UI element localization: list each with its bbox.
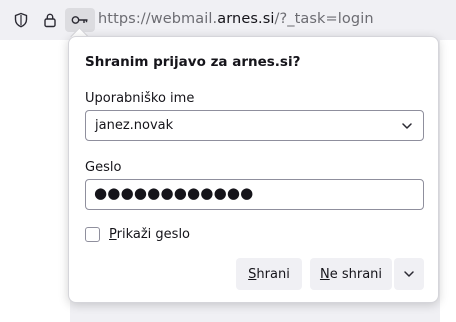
save-login-panel: Shranim prijavo za arnes.si? Uporabniško… [68,36,439,303]
password-field[interactable]: ●●●●●●●●●●●● [85,179,424,210]
url-text[interactable]: https://webmail.arnes.si/?_task=login [98,11,374,27]
url-prefix: https://webmail. [98,11,218,27]
username-value: janez.novak [95,118,174,133]
show-password-label[interactable]: Prikaži geslo [109,227,190,242]
shield-icon[interactable] [9,8,33,32]
save-button-rest: hrani [256,266,290,282]
url-domain: arnes.si [217,11,275,27]
lock-icon[interactable] [38,8,62,32]
show-password-accel: P [109,227,117,242]
show-password-rest: rikaži geslo [116,227,191,242]
save-button-accel: S [248,266,257,282]
page-background-left [0,40,70,322]
password-value: ●●●●●●●●●●●● [94,184,254,202]
password-label: Geslo [85,160,122,175]
save-button[interactable]: Shrani [236,258,302,290]
panel-heading: Shranim prijavo za arnes.si? [85,54,301,70]
url-bar: https://webmail.arnes.si/?_task=login [0,0,456,40]
more-options-button[interactable] [394,258,424,290]
dont-save-button[interactable]: Ne shrani [310,258,392,290]
username-label: Uporabniško ime [85,91,195,106]
url-suffix: /?_task=login [274,11,374,27]
chevron-down-icon[interactable] [400,119,414,133]
page-background-right [440,40,456,322]
dont-save-button-accel: N [319,266,330,282]
dont-save-button-rest: e shrani [329,266,383,282]
username-field[interactable]: janez.novak [85,110,424,141]
show-password-checkbox[interactable] [85,227,100,242]
chevron-down-icon [404,271,414,277]
